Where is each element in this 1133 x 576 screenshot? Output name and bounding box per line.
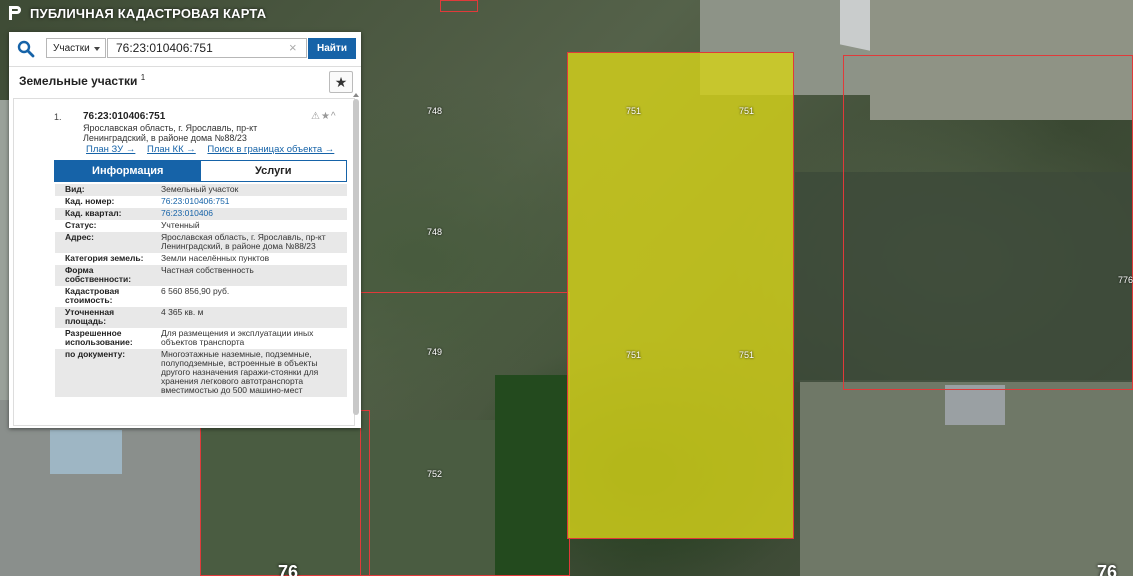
parcel-label: 748	[427, 227, 443, 237]
result-cad-number[interactable]: 76:23:010406:751	[83, 111, 165, 122]
property-key: по документу:	[65, 349, 126, 359]
parcel-outline[interactable]	[843, 55, 1133, 390]
search-type-select[interactable]: Участки	[46, 38, 106, 58]
result-actions-icon[interactable]: ⚠★^	[311, 111, 337, 122]
property-table: Вид: Земельный участок Кад. номер: 76:23:01…	[55, 184, 347, 397]
property-row: Кад. номер: 76:23:010406:751	[55, 196, 347, 208]
results-title: Земельные участки 1	[19, 73, 146, 88]
map-building	[50, 430, 122, 474]
property-key: Уточненная площадь:	[65, 307, 115, 326]
property-key: Форма собственности:	[65, 265, 132, 284]
find-button[interactable]: Найти	[308, 38, 356, 59]
tab-services[interactable]: Услуги	[200, 161, 346, 181]
property-key: Вид:	[65, 184, 85, 194]
parcel-label: 751	[739, 350, 755, 360]
search-row: Участки × Найти	[9, 32, 361, 67]
link-search-bounds[interactable]: Поиск в границах объекта →	[207, 144, 334, 155]
scroll-up-icon[interactable]	[353, 93, 359, 97]
parcel-label: 751	[626, 106, 642, 116]
property-key: Кад. квартал:	[65, 208, 122, 218]
quarter-label: 76	[1097, 562, 1118, 576]
property-value: Многоэтажные наземные, подземные, полупо…	[161, 349, 319, 395]
top-bar: ПУБЛИЧНАЯ КАДАСТРОВАЯ КАРТА	[0, 0, 266, 26]
tab-information[interactable]: Информация	[55, 161, 201, 181]
property-value[interactable]: 76:23:010406:751	[150, 197, 347, 206]
parcel-label: 748	[427, 106, 443, 116]
favorites-button[interactable]: ★	[329, 71, 353, 93]
property-key: Статус:	[65, 220, 97, 230]
property-value: Ярославская область, г. Ярославль, пр-кт…	[161, 232, 326, 251]
selected-parcel[interactable]	[567, 52, 794, 539]
search-input[interactable]	[107, 38, 307, 58]
property-value: Учтенный	[161, 220, 200, 230]
chevron-down-icon	[94, 47, 100, 51]
map-building	[945, 385, 1005, 425]
property-row: Форма собственности: Частная собственност…	[55, 265, 347, 286]
results-count: 1	[140, 73, 146, 82]
parcel-label: 752	[427, 469, 443, 479]
parcel-outline[interactable]	[200, 410, 370, 576]
property-value[interactable]: 76:23:010406	[150, 209, 347, 218]
clear-icon[interactable]: ×	[289, 40, 297, 55]
property-row: Разрешенное использование: Для размещения…	[55, 328, 347, 349]
property-key: Кад. номер:	[65, 196, 115, 206]
property-row: по документу: Многоэтажные наземные, подз…	[55, 349, 347, 397]
results-header: Земельные участки 1 ★	[9, 66, 361, 96]
parcel-label: 751	[739, 106, 755, 116]
property-row: Уточненная площадь: 4 365 кв. м	[55, 307, 347, 328]
property-value: 4 365 кв. м	[161, 307, 204, 317]
property-value: 6 560 856,90 руб.	[161, 286, 230, 296]
property-row: Вид: Земельный участок	[55, 184, 347, 196]
property-value: Земли населённых пунктов	[161, 253, 270, 263]
property-value: Частная собственность	[161, 265, 254, 275]
property-row: Кадастровая стоимость: 6 560 856,90 руб.	[55, 286, 347, 307]
property-row: Категория земель: Земли населённых пункто…	[55, 253, 347, 265]
parcel-label: 751	[626, 350, 642, 360]
search-icon[interactable]	[17, 40, 35, 58]
parcel-label: 749	[427, 347, 443, 357]
parcel-outline[interactable]	[440, 0, 478, 12]
property-value: Для размещения и эксплуатации иных объек…	[161, 328, 314, 347]
result-address: Ярославская область, г. Ярославль, пр-кт…	[83, 123, 258, 143]
search-type-label: Участки	[53, 43, 90, 54]
app-title: ПУБЛИЧНАЯ КАДАСТРОВАЯ КАРТА	[30, 5, 267, 21]
property-row: Статус: Учтенный	[55, 220, 347, 232]
property-value: Земельный участок	[161, 184, 239, 194]
info-tabs: Информация Услуги	[54, 160, 347, 182]
property-key: Категория земель:	[65, 253, 144, 263]
link-plan-zu[interactable]: План ЗУ →	[86, 144, 135, 155]
logo-icon	[9, 6, 21, 20]
property-key: Разрешенное использование:	[65, 328, 133, 347]
property-row: Кад. квартал: 76:23:010406	[55, 208, 347, 220]
parcel-label: 776	[1118, 275, 1133, 285]
property-key: Кадастровая стоимость:	[65, 286, 120, 305]
parcel-outline[interactable]	[360, 292, 570, 576]
result-index: 1.	[54, 112, 62, 122]
quarter-label: 76	[278, 562, 299, 576]
scrollbar[interactable]	[353, 93, 359, 415]
property-row: Адрес: Ярославская область, г. Ярославль,…	[55, 232, 347, 253]
result-links: План ЗУ → План КК → Поиск в границах объ…	[86, 144, 343, 155]
link-plan-kk[interactable]: План КК →	[147, 144, 196, 155]
property-key: Адрес:	[65, 232, 94, 242]
